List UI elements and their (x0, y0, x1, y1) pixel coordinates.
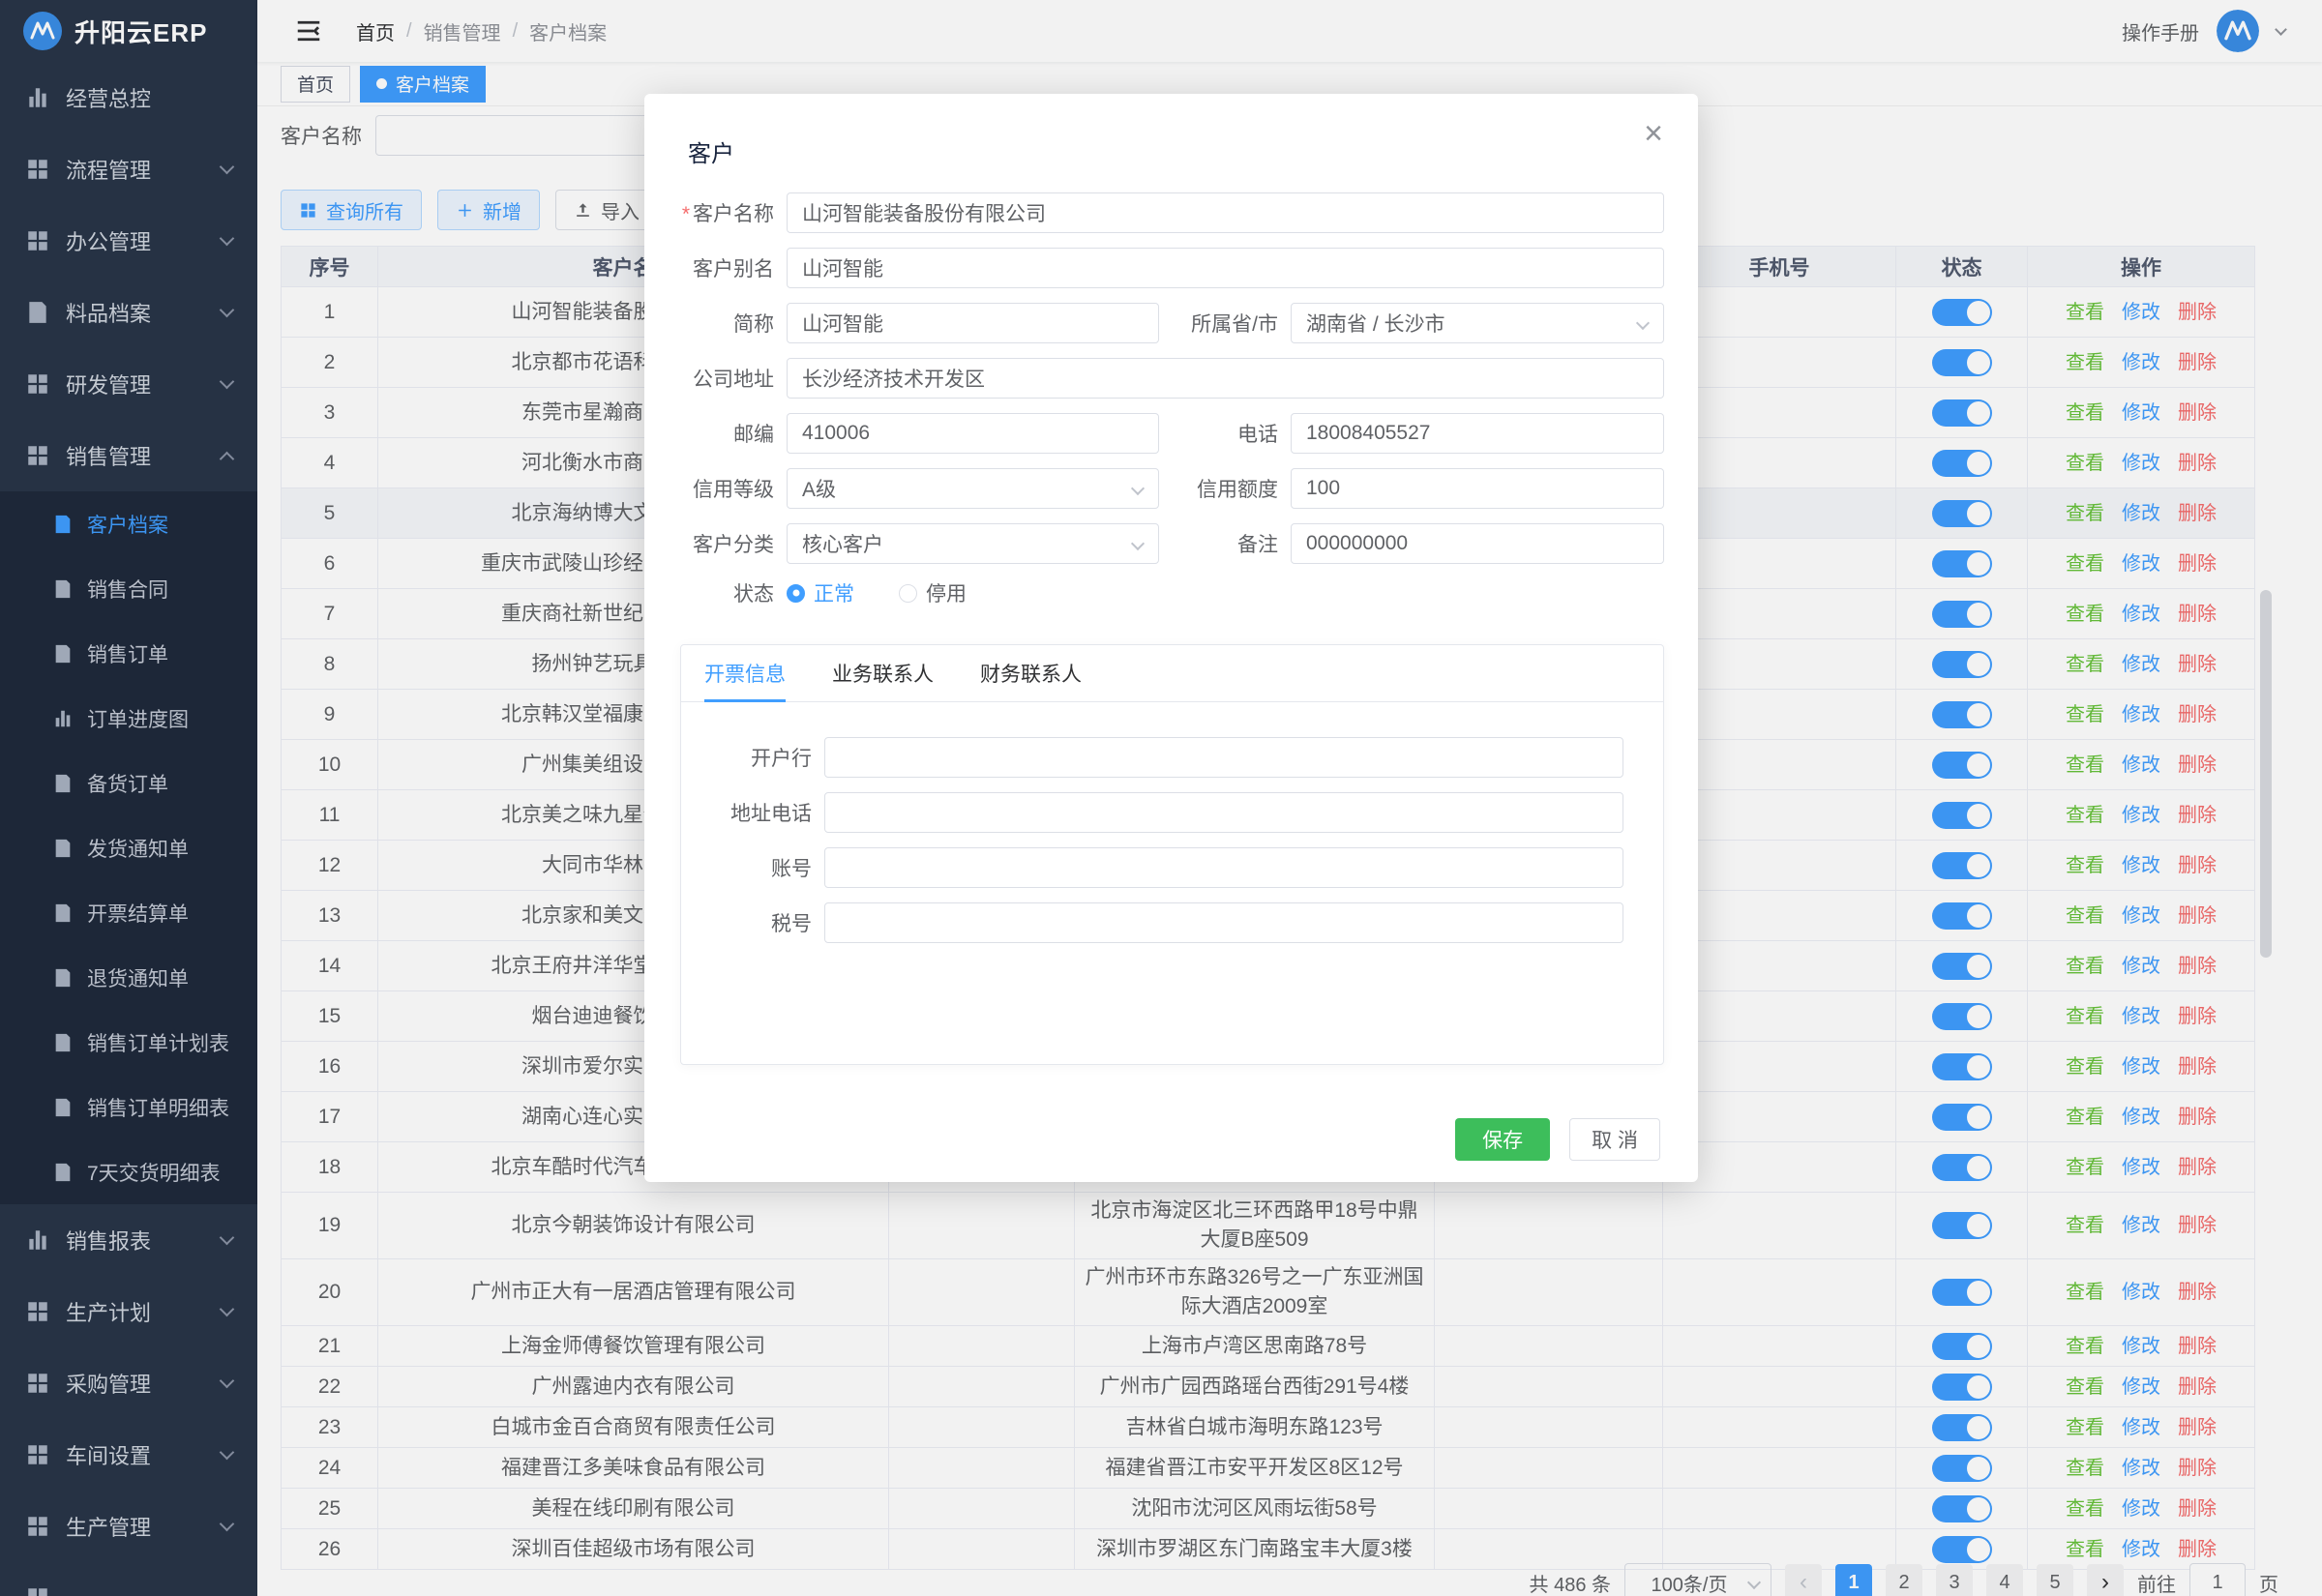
category-value: 核心客户 (802, 529, 883, 558)
field-label-credit-level: 信用等级 (644, 474, 787, 503)
field-label-phone: 电话 (1159, 419, 1291, 448)
tab-business-contact[interactable]: 业务联系人 (832, 645, 934, 701)
dialog-title: 客户 (688, 134, 734, 168)
save-button[interactable]: 保存 (1455, 1118, 1550, 1161)
field-label-category: 客户分类 (644, 529, 787, 558)
status-radio-normal[interactable]: 正常 (787, 578, 854, 607)
field-label-remark: 备注 (1159, 529, 1291, 558)
field-label-bank: 开户行 (681, 743, 824, 772)
bank-name-input[interactable] (824, 737, 1623, 778)
chevron-down-icon (1131, 537, 1145, 550)
customer-alias-input[interactable] (787, 248, 1664, 288)
tax-number-input[interactable] (824, 902, 1623, 943)
tab-invoice-info[interactable]: 开票信息 (704, 645, 786, 701)
field-label-province: 所属省/市 (1159, 309, 1291, 338)
customer-dialog: × 客户 *客户名称 客户别名 简称 所属省/市 湖南省 / 长沙市 (644, 94, 1698, 1182)
radio-unselected-icon (899, 584, 917, 603)
company-address-input[interactable] (787, 358, 1664, 399)
radio-selected-icon (787, 584, 805, 603)
field-label-zip: 邮编 (644, 419, 787, 448)
bank-address-phone-input[interactable] (824, 792, 1623, 833)
province-select[interactable]: 湖南省 / 长沙市 (1291, 303, 1664, 343)
credit-limit-input[interactable] (1291, 468, 1664, 509)
status-radio-disabled[interactable]: 停用 (899, 578, 967, 607)
credit-level-value: A级 (802, 474, 836, 503)
customer-category-select[interactable]: 核心客户 (787, 523, 1159, 564)
dialog-footer: 保存 取 消 (1455, 1118, 1660, 1161)
field-label-credit-limit: 信用额度 (1159, 474, 1291, 503)
chevron-down-icon (1131, 482, 1145, 495)
customer-name-input[interactable] (787, 192, 1664, 233)
remark-input[interactable] (1291, 523, 1664, 564)
field-label-short: 简称 (644, 309, 787, 338)
invoice-form: 开户行 地址电话 账号 税号 (681, 702, 1663, 943)
field-label-name: *客户名称 (644, 198, 787, 227)
field-label-bank-address-phone: 地址电话 (681, 798, 824, 827)
short-name-input[interactable] (787, 303, 1159, 343)
chevron-down-icon (1636, 316, 1650, 330)
card-tabs: 开票信息 业务联系人 财务联系人 (681, 645, 1663, 702)
customer-form: *客户名称 客户别名 简称 所属省/市 湖南省 / 长沙市 (644, 192, 1698, 622)
zip-code-input[interactable] (787, 413, 1159, 454)
field-label-status: 状态 (644, 578, 787, 607)
province-value: 湖南省 / 长沙市 (1306, 309, 1445, 338)
field-label-account-number: 账号 (681, 853, 824, 882)
field-label-alias: 客户别名 (644, 253, 787, 282)
tab-finance-contact[interactable]: 财务联系人 (980, 645, 1082, 701)
modal-backdrop: × 客户 *客户名称 客户别名 简称 所属省/市 湖南省 / 长沙市 (0, 0, 2322, 1596)
phone-input[interactable] (1291, 413, 1664, 454)
invoice-info-card: 开票信息 业务联系人 财务联系人 开户行 地址电话 账号 (680, 644, 1664, 1065)
cancel-button[interactable]: 取 消 (1569, 1118, 1660, 1161)
field-label-company-address: 公司地址 (644, 364, 787, 393)
radio-label-normal: 正常 (814, 578, 854, 607)
field-label-tax-number: 税号 (681, 908, 824, 937)
credit-level-select[interactable]: A级 (787, 468, 1159, 509)
radio-label-disabled: 停用 (926, 578, 967, 607)
required-asterisk: * (682, 203, 690, 225)
close-icon[interactable]: × (1644, 117, 1663, 150)
app-root: 升阳云ERP 经营总控流程管理办公管理料品档案研发管理销售管理客户档案销售合同销… (0, 0, 2322, 1596)
account-number-input[interactable] (824, 847, 1623, 888)
